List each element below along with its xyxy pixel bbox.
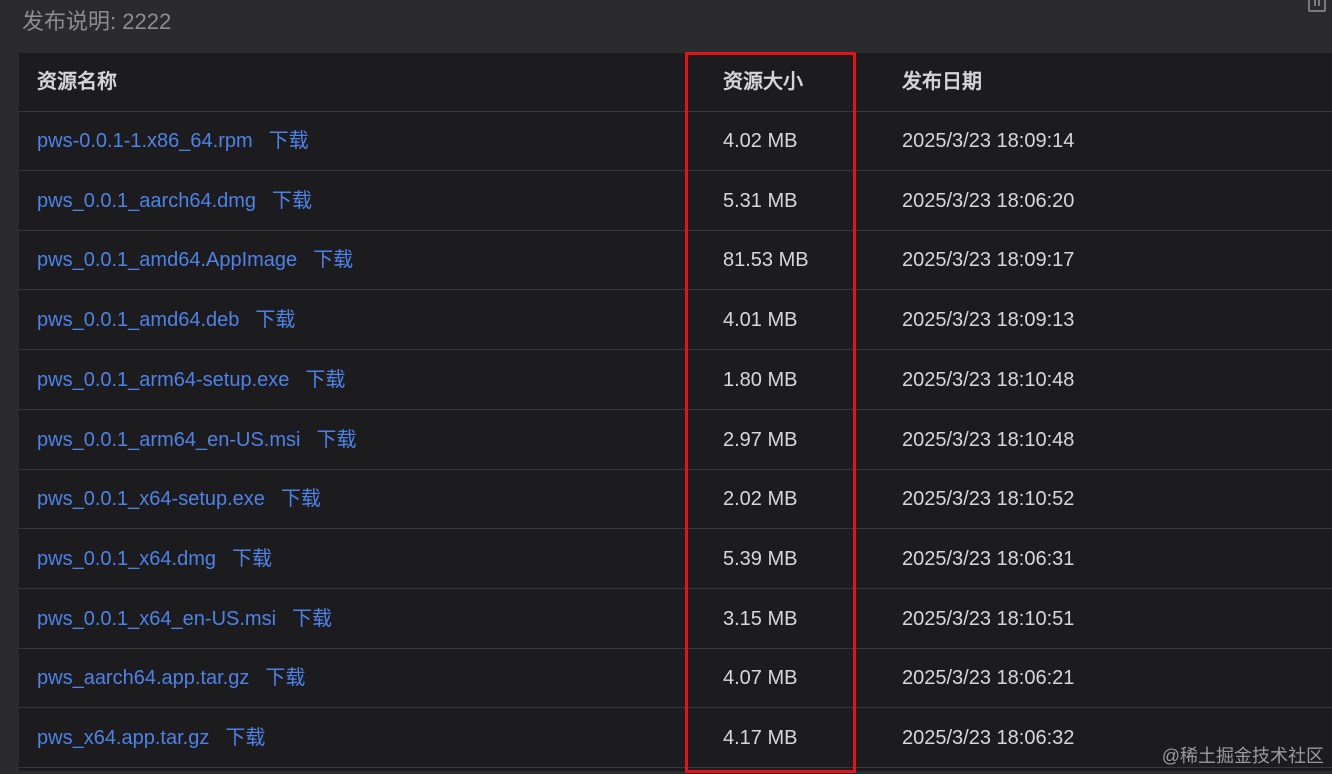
download-link[interactable]: 下载 [255, 309, 295, 331]
release-date-cell: 2025/3/23 18:06:20 [902, 189, 1075, 212]
table-row: pws_0.0.1_amd64.AppImage 下载 81.53 MB 2025/3… [19, 231, 1332, 291]
resource-name-cell: pws_aarch64.app.tar.gz 下载 [37, 649, 305, 708]
resource-file-link[interactable]: pws_0.0.1_arm64-setup.exe [37, 369, 289, 391]
header-release-date: 发布日期 [902, 71, 982, 93]
resource-file-link[interactable]: pws_0.0.1_amd64.AppImage [37, 249, 297, 271]
resource-file-link[interactable]: pws_0.0.1_x64_en-US.msi [37, 608, 276, 630]
release-date-cell: 2025/3/23 18:10:48 [902, 368, 1075, 391]
resource-name-cell: pws_0.0.1_x64_en-US.msi 下载 [37, 590, 332, 649]
table-row: pws_0.0.1_arm64-setup.exe 下载 1.80 MB 2025/3… [19, 351, 1332, 410]
download-link[interactable]: 下载 [269, 130, 309, 152]
resource-size-cell: 81.53 MB [723, 249, 809, 272]
release-date-cell: 2025/3/23 18:10:51 [902, 607, 1075, 630]
resource-size-cell: 4.07 MB [723, 667, 798, 690]
download-link[interactable]: 下载 [232, 548, 272, 570]
trash-icon[interactable] [1308, 0, 1326, 12]
download-link[interactable]: 下载 [305, 369, 345, 391]
header-resource-size: 资源大小 [723, 71, 803, 93]
resource-size-cell: 1.80 MB [723, 368, 798, 391]
resource-size-cell: 4.01 MB [723, 309, 798, 332]
resource-size-cell: 3.15 MB [723, 607, 798, 630]
download-link[interactable]: 下载 [281, 488, 321, 510]
resource-name-cell: pws_0.0.1_amd64.AppImage 下载 [37, 231, 353, 290]
resource-file-link[interactable]: pws_aarch64.app.tar.gz [37, 667, 249, 689]
download-link[interactable]: 下载 [265, 667, 305, 689]
resource-file-link[interactable]: pws_x64.app.tar.gz [37, 727, 209, 749]
table-row: pws_0.0.1_x64_en-US.msi 下载 3.15 MB 2025/3/2… [19, 590, 1332, 649]
download-link[interactable]: 下载 [313, 249, 353, 271]
resource-file-link[interactable]: pws_0.0.1_aarch64.dmg [37, 190, 256, 212]
resource-file-link[interactable]: pws_0.0.1_amd64.deb [37, 309, 239, 331]
table-row: pws_0.0.1_aarch64.dmg 下载 5.31 MB 2025/3/23 … [19, 172, 1332, 231]
assets-table: 资源名称 资源大小 发布日期 pws-0.0.1-1.x86_64.rpm 下载 4… [19, 53, 1332, 771]
watermark: @稀土掘金技术社区 [1161, 746, 1324, 766]
table-row: pws_0.0.1_x64.dmg 下载 5.39 MB 2025/3/23 18:0… [19, 530, 1332, 589]
resource-file-link[interactable]: pws-0.0.1-1.x86_64.rpm [37, 130, 253, 152]
resource-file-link[interactable]: pws_0.0.1_x64.dmg [37, 548, 216, 570]
release-date-cell: 2025/3/23 18:09:14 [902, 130, 1075, 152]
resource-name-cell: pws_0.0.1_arm64_en-US.msi 下载 [37, 411, 356, 470]
release-date-cell: 2025/3/23 18:10:48 [902, 428, 1075, 451]
resource-size-cell: 4.17 MB [723, 727, 798, 749]
table-row: pws-0.0.1-1.x86_64.rpm 下载 4.02 MB 2025/3/23… [19, 112, 1332, 171]
release-notes-value: 2222 [122, 9, 172, 34]
resource-name-cell: pws_0.0.1_amd64.deb 下载 [37, 291, 295, 350]
table-header-row: 资源名称 资源大小 发布日期 [19, 53, 1332, 112]
resource-size-cell: 5.31 MB [723, 189, 798, 212]
resource-size-cell: 4.02 MB [723, 130, 798, 152]
download-link[interactable]: 下载 [272, 190, 312, 212]
resource-name-cell: pws_0.0.1_x64-setup.exe 下载 [37, 470, 321, 529]
release-date-cell: 2025/3/23 18:06:31 [902, 547, 1075, 570]
release-notes-label: 发布说明: [22, 9, 117, 34]
resource-name-cell: pws_0.0.1_x64.dmg 下载 [37, 530, 272, 589]
table-row: pws_x64.app.tar.gz 下载 4.17 MB 2025/3/23 18:… [19, 709, 1332, 768]
release-date-cell: 2025/3/23 18:06:32 [902, 727, 1075, 749]
resource-size-cell: 5.39 MB [723, 547, 798, 570]
release-notes-line: 发布说明: 2222 [22, 6, 171, 38]
resource-size-cell: 2.97 MB [723, 428, 798, 451]
table-row: pws_0.0.1_amd64.deb 下载 4.01 MB 2025/3/23 18… [19, 291, 1332, 351]
download-link[interactable]: 下载 [316, 429, 356, 451]
download-link[interactable]: 下载 [292, 608, 332, 630]
release-date-cell: 2025/3/23 18:09:17 [902, 249, 1075, 272]
header-resource-name: 资源名称 [37, 71, 117, 93]
release-date-cell: 2025/3/23 18:06:21 [902, 667, 1075, 690]
resource-size-cell: 2.02 MB [723, 488, 798, 511]
table-row: pws_aarch64.app.tar.gz 下载 4.07 MB 2025/3/23… [19, 649, 1332, 709]
table-row: pws_0.0.1_x64-setup.exe 下载 2.02 MB 2025/3/2… [19, 470, 1332, 530]
release-date-cell: 2025/3/23 18:09:13 [902, 309, 1075, 332]
download-link[interactable]: 下载 [225, 727, 265, 749]
resource-file-link[interactable]: pws_0.0.1_arm64_en-US.msi [37, 429, 300, 451]
resource-file-link[interactable]: pws_0.0.1_x64-setup.exe [37, 488, 265, 510]
release-date-cell: 2025/3/23 18:10:52 [902, 488, 1075, 511]
resource-name-cell: pws-0.0.1-1.x86_64.rpm 下载 [37, 112, 309, 171]
resource-name-cell: pws_0.0.1_arm64-setup.exe 下载 [37, 351, 345, 410]
resource-name-cell: pws_x64.app.tar.gz 下载 [37, 709, 265, 768]
table-row: pws_0.0.1_arm64_en-US.msi 下载 2.97 MB 2025/3… [19, 411, 1332, 470]
resource-name-cell: pws_0.0.1_aarch64.dmg 下载 [37, 172, 312, 231]
